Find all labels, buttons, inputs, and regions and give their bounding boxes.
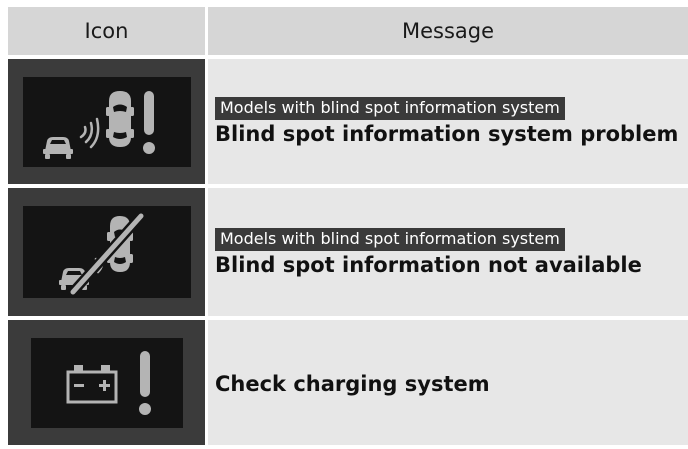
- icon-cell: [8, 320, 205, 445]
- blind-spot-problem-icon: [22, 76, 191, 167]
- blind-spot-unavailable-icon: [22, 206, 191, 298]
- icon-cell: [8, 188, 205, 316]
- message-text: Blind spot information system problem: [215, 122, 679, 146]
- indicator-table: Icon Message Models with blind spot info…: [8, 7, 688, 445]
- icon-cell: [8, 59, 205, 184]
- model-note-tag: Models with blind spot information syste…: [215, 97, 565, 120]
- message-cell: Check charging system: [208, 320, 688, 445]
- model-note-tag: Models with blind spot information syste…: [215, 227, 565, 251]
- message-cell: Models with blind spot information syste…: [208, 188, 688, 316]
- table-row: Models with blind spot information syste…: [8, 59, 688, 184]
- message-text: Blind spot information not available: [215, 252, 642, 277]
- message-text: Check charging system: [215, 371, 490, 396]
- message-cell: Models with blind spot information syste…: [208, 59, 688, 184]
- charging-system-icon: [30, 337, 183, 428]
- table-header: Icon Message: [8, 7, 688, 55]
- table-row: Models with blind spot information syste…: [8, 188, 688, 316]
- table-row: Check charging system: [8, 320, 688, 445]
- header-message: Message: [401, 19, 495, 43]
- header-icon: Icon: [84, 19, 129, 43]
